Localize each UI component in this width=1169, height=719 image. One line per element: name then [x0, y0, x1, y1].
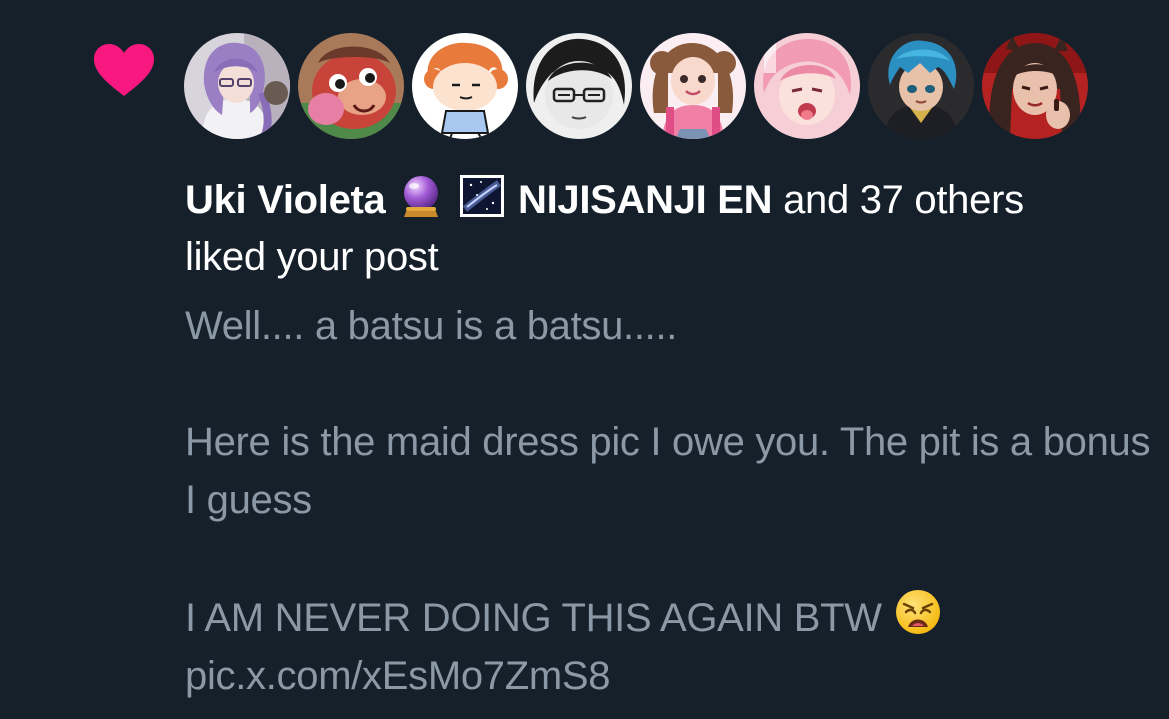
- post-media-link[interactable]: pic.x.com/xEsMo7ZmS8: [185, 647, 1155, 705]
- avatar-dark-haired[interactable]: [982, 33, 1088, 139]
- heart-icon: [92, 42, 156, 98]
- notification-headline: Uki Violeta NIJISANJI EN and 37 others l…: [185, 172, 1145, 286]
- post-line-2: Here is the maid dress pic I owe you. Th…: [185, 420, 1151, 522]
- avatar-blue-haired[interactable]: [868, 33, 974, 139]
- action-text: liked your post: [185, 235, 439, 279]
- liker-name-secondary[interactable]: NIJISANJI EN: [518, 178, 773, 222]
- avatar-pink-anime[interactable]: [754, 33, 860, 139]
- post-line-3-wrapper: I AM NEVER DOING THIS AGAIN BTW: [185, 587, 1155, 647]
- like-notification[interactable]: Uki Violeta NIJISANJI EN and 37 others l…: [0, 0, 1169, 719]
- post-line-1: Well.... a batsu is a batsu.....: [185, 304, 678, 348]
- crystal-ball-icon: [396, 173, 446, 219]
- post-preview[interactable]: Well.... a batsu is a batsu..... Here is…: [185, 297, 1155, 705]
- avatar-uki-violeta[interactable]: [184, 33, 290, 139]
- avatar-red-creature[interactable]: [298, 33, 404, 139]
- avatar-orange-doodle[interactable]: [412, 33, 518, 139]
- others-count[interactable]: and 37 others: [772, 178, 1024, 222]
- weary-face-icon: [893, 587, 943, 637]
- liker-name-primary[interactable]: Uki Violeta: [185, 178, 386, 222]
- milky-way-icon: [457, 173, 507, 219]
- post-line-3: I AM NEVER DOING THIS AGAIN BTW: [185, 596, 882, 640]
- avatar-glasses-sketch[interactable]: [526, 33, 632, 139]
- avatar-pink-girl[interactable]: [640, 33, 746, 139]
